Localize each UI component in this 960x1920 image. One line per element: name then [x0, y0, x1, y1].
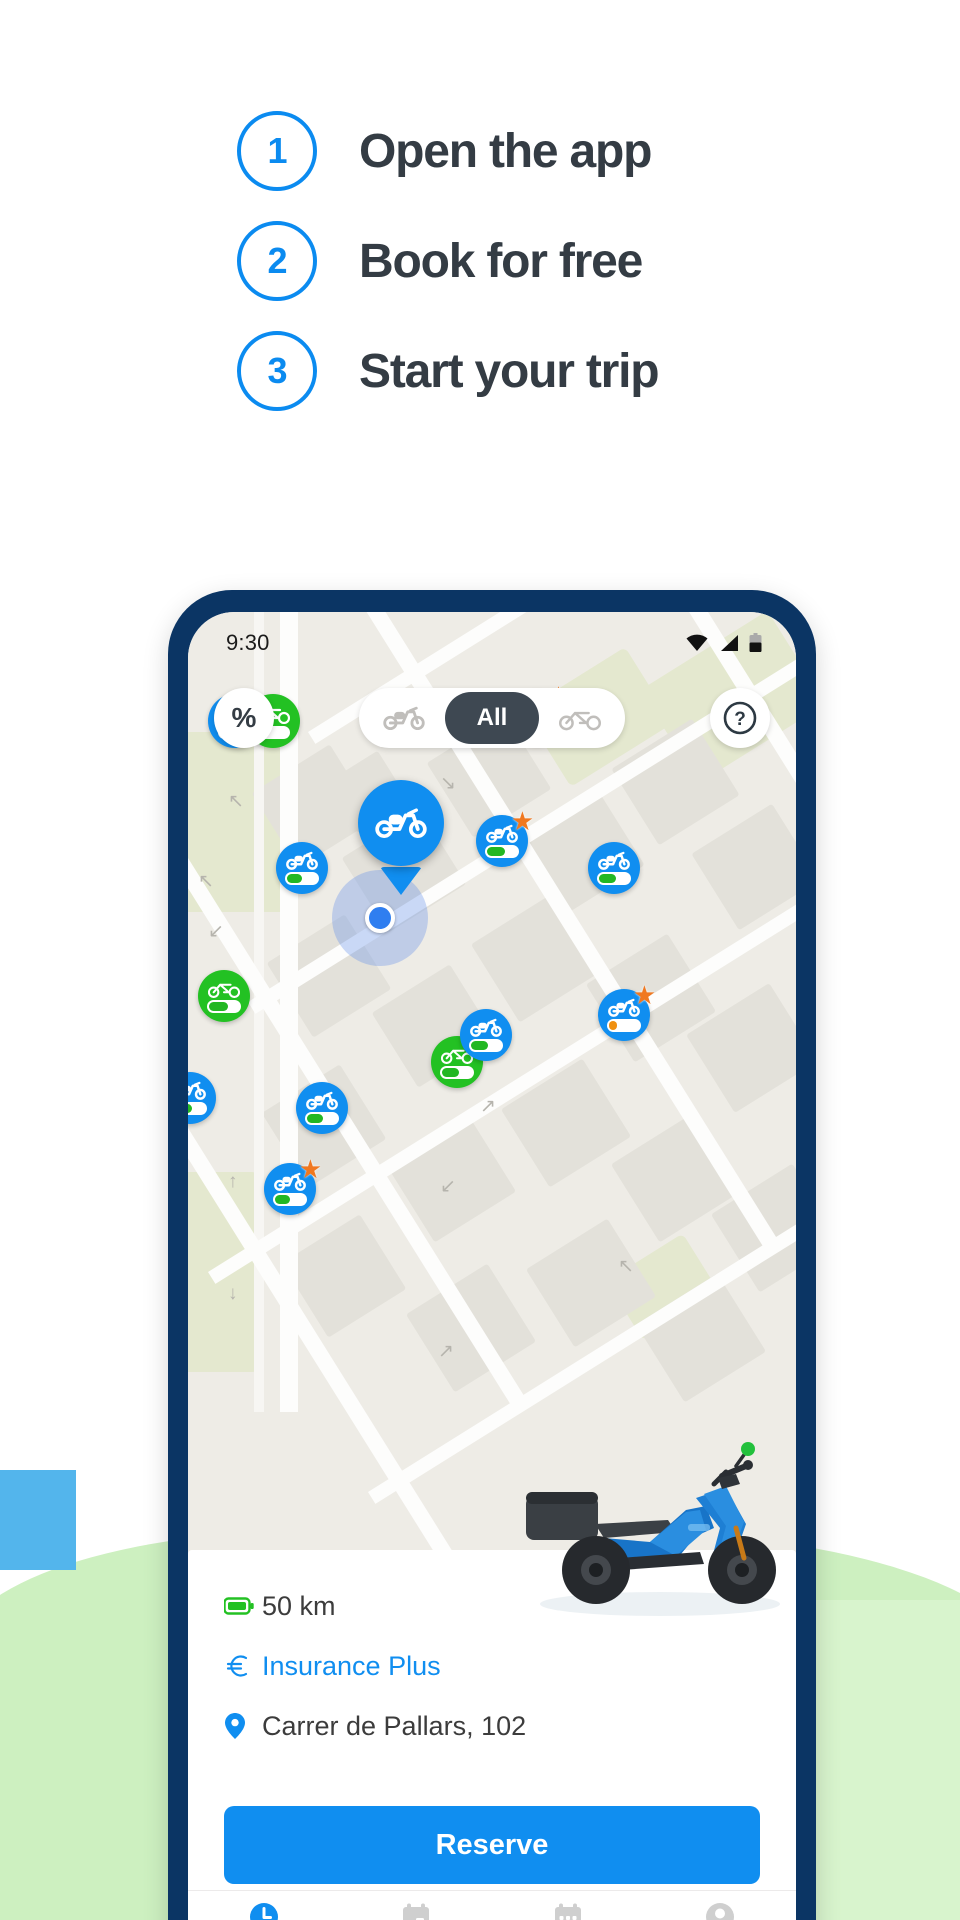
step-label: Open the app	[359, 124, 652, 178]
bicycle-icon	[559, 711, 601, 731]
bicycle-icon	[208, 983, 240, 998]
bottom-tab-bar: Minutes/hours Days	[188, 1890, 796, 1920]
status-bar-clock: 9:30	[226, 630, 270, 655]
battery-level-indicator	[469, 1039, 503, 1052]
phone-screen: ↗ ↘ ↖ ↙ ↗ ↙ ↑ ↓ ↖ ↗ ↖	[188, 612, 796, 1920]
moped-icon	[598, 851, 630, 870]
tab-months[interactable]: Months	[492, 1901, 644, 1920]
discount-button[interactable]: %	[214, 688, 274, 748]
battery-level-indicator	[440, 1066, 474, 1079]
calendar-day-icon	[403, 1903, 429, 1920]
vehicle-pin-moped[interactable]	[460, 1009, 512, 1061]
steps-list: 1 Open the app 2 Book for free 3 Start y…	[0, 96, 960, 426]
map-direction-arrow: ↓	[228, 1283, 238, 1304]
help-button[interactable]: ?	[710, 688, 770, 748]
vehicle-detail-card: 50 km Insurance Plus Carrer de Pallars, …	[188, 1442, 796, 1920]
svg-text:?: ?	[734, 709, 746, 730]
battery-level-indicator	[188, 1102, 207, 1115]
step-number-badge: 1	[237, 111, 317, 191]
vehicle-range-value: 50 km	[262, 1590, 336, 1621]
percent-icon: %	[231, 702, 257, 733]
moped-icon	[470, 1018, 502, 1037]
euro-icon	[224, 1653, 262, 1679]
vehicle-pin-moped-promo[interactable]: ★	[598, 982, 656, 1041]
phone-mockup: ↗ ↘ ↖ ↙ ↗ ↙ ↑ ↓ ↖ ↗ ↖	[168, 590, 816, 1920]
map-direction-arrow: ↙	[208, 921, 224, 942]
battery-level-indicator	[207, 1000, 241, 1013]
promo-star-icon: ★	[298, 1154, 322, 1184]
vehicle-address-row: Carrer de Pallars, 102	[224, 1700, 760, 1752]
question-mark-icon: ?	[723, 701, 757, 735]
step-label: Start your trip	[359, 344, 660, 398]
moped-icon	[306, 1091, 338, 1110]
battery-level-indicator	[485, 845, 519, 858]
promo-star-icon: ★	[632, 980, 656, 1010]
map-direction-arrow: ↗	[438, 1341, 454, 1362]
map-direction-arrow: ↑	[228, 1171, 238, 1192]
location-pin-icon	[224, 1712, 262, 1740]
vehicle-pin-moped-promo[interactable]: ★	[264, 1156, 322, 1215]
vehicle-pin-bike[interactable]	[198, 970, 250, 1022]
status-bar-icons	[685, 633, 762, 653]
account-avatar-icon	[706, 1903, 734, 1920]
battery-level-indicator	[285, 872, 319, 885]
step-item: 1 Open the app	[0, 96, 960, 206]
reserve-button[interactable]: Reserve	[224, 1806, 760, 1884]
step-item: 2 Book for free	[0, 206, 960, 316]
vehicle-pin-moped[interactable]	[296, 1082, 348, 1134]
map-direction-arrow: ↗	[480, 1096, 496, 1117]
vehicle-address-value: Carrer de Pallars, 102	[262, 1710, 527, 1741]
calendar-month-icon	[555, 1903, 581, 1920]
promo-star-icon: ★	[510, 806, 534, 836]
battery-icon	[749, 633, 762, 652]
vehicle-insurance-row[interactable]: Insurance Plus	[224, 1640, 760, 1692]
tab-minutes-hours[interactable]: Minutes/hours	[188, 1901, 340, 1920]
tab-days[interactable]: Days	[340, 1901, 492, 1920]
map-direction-arrow: ↘	[440, 773, 456, 794]
battery-level-indicator	[273, 1193, 307, 1206]
vehicle-insurance-value[interactable]: Insurance Plus	[262, 1651, 441, 1682]
map-top-controls: % All ?	[188, 688, 796, 748]
location-dot-icon	[365, 903, 395, 933]
map-direction-arrow: ↖	[198, 871, 214, 892]
promo-screenshot: 1 Open the app 2 Book for free 3 Start y…	[0, 0, 960, 1920]
moped-icon	[188, 1081, 206, 1100]
vehicle-info-rows: 50 km Insurance Plus Carrer de Pallars, …	[188, 1550, 796, 1752]
vehicle-pin-moped[interactable]	[588, 842, 640, 894]
selected-vehicle-pin[interactable]	[358, 780, 444, 866]
battery-level-indicator	[597, 872, 631, 885]
moped-icon	[383, 706, 425, 731]
tab-account[interactable]: Account	[644, 1901, 796, 1920]
battery-level-indicator	[607, 1019, 641, 1032]
background-blue-square	[0, 1470, 76, 1570]
filter-option-moped[interactable]	[363, 692, 445, 744]
map-direction-arrow: ↙	[440, 1176, 456, 1197]
battery-icon	[224, 1597, 262, 1615]
step-number-badge: 2	[237, 221, 317, 301]
vehicle-pin-moped[interactable]	[276, 842, 328, 894]
vehicle-range-row: 50 km	[224, 1580, 760, 1632]
status-bar: 9:30	[188, 612, 796, 674]
filter-option-all[interactable]: All	[445, 692, 539, 744]
clock-icon	[250, 1903, 278, 1920]
battery-level-indicator	[305, 1112, 339, 1125]
step-item: 3 Start your trip	[0, 316, 960, 426]
step-number-badge: 3	[237, 331, 317, 411]
map-direction-arrow: ↖	[228, 791, 244, 812]
moped-icon	[286, 851, 318, 870]
vehicle-filter-segmented-control[interactable]: All	[359, 688, 625, 748]
vehicle-pin-moped-promo[interactable]: ★	[476, 808, 534, 867]
map-direction-arrow: ↖	[618, 1256, 634, 1277]
cellular-signal-icon	[721, 635, 738, 651]
filter-option-bike[interactable]	[539, 692, 621, 744]
step-label: Book for free	[359, 234, 643, 288]
wifi-icon	[686, 634, 708, 651]
selected-pin-tip	[380, 867, 422, 895]
moped-icon	[375, 808, 427, 838]
